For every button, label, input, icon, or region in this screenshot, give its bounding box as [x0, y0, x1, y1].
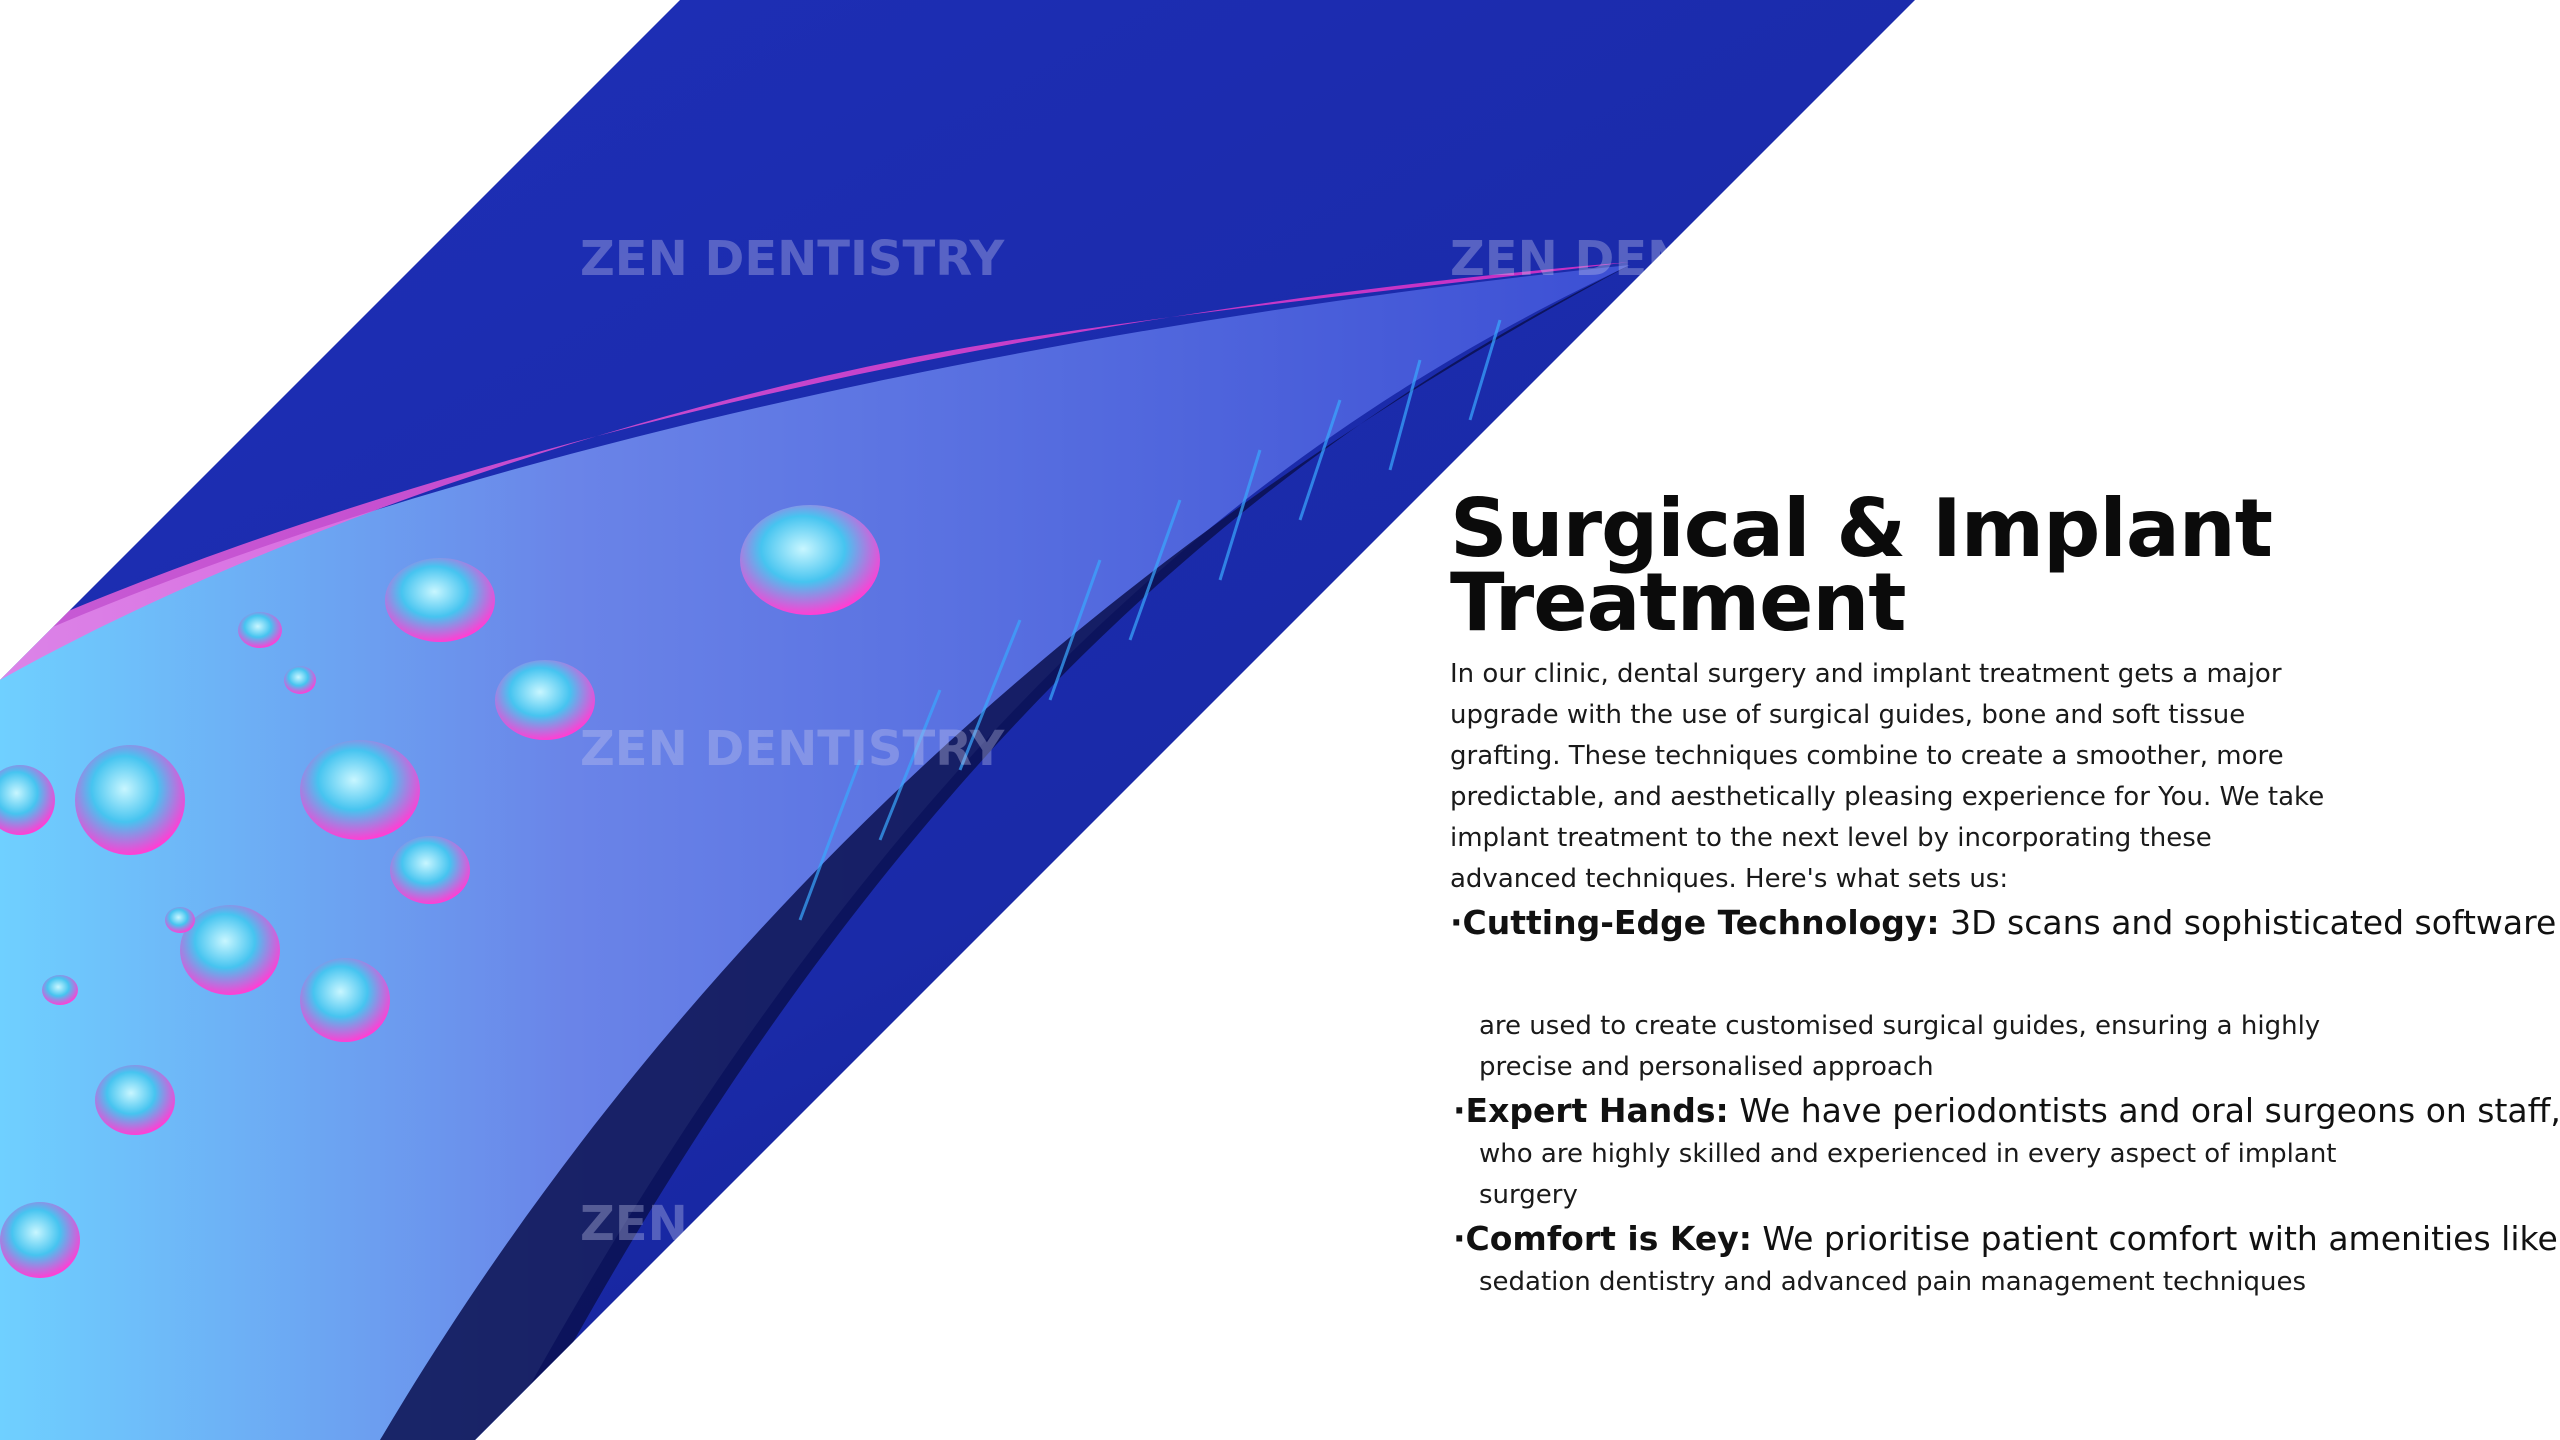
bullet-comfort: ·Comfort is Key: We prioritise patient c…: [1450, 1216, 2560, 1303]
bullet-marker: ·: [1450, 903, 1463, 942]
watermark-text: ZEN DENTISTRY: [580, 231, 1006, 287]
bullet-heading: Expert Hands:: [1465, 1091, 1729, 1130]
bullet-expert-hands: ·Expert Hands: We have periodontists and…: [1450, 1088, 2560, 1216]
bullet-lead: We prioritise patient comfort with ameni…: [1762, 1219, 2558, 1258]
bullet-body: sedation dentistry and advanced pain man…: [1479, 1267, 2307, 1297]
intro-paragraph: In our clinic, dental surgery and implan…: [1450, 659, 2325, 894]
page-title: Surgical & Implant Treatment: [1450, 482, 2273, 649]
bullet-lead: We have periodontists and oral surgeons …: [1739, 1091, 2560, 1130]
svg-text:ZEN DENTISTRY: ZEN DENTISTRY: [580, 1196, 1006, 1252]
svg-text:ZEN DENTISTRY: ZEN DENTISTRY: [1450, 231, 1876, 287]
svg-text:ZEN DENTISTRY: ZEN DENTISTRY: [580, 721, 1006, 777]
bullet-cutting-edge: ·Cutting-Edge Technology: 3D scans and s…: [1450, 900, 2560, 1088]
bullet-body: are used to create customised surgical g…: [1479, 1011, 2321, 1082]
bullet-heading: Comfort is Key:: [1465, 1219, 1752, 1258]
bullet-heading: Cutting-Edge Technology:: [1462, 903, 1940, 942]
bullet-body: who are highly skilled and experienced i…: [1479, 1139, 2337, 1210]
bullet-lead: 3D scans and sophisticated software: [1950, 903, 2557, 942]
bullet-marker: ·: [1453, 1091, 1466, 1130]
content-panel: Surgical & Implant Treatment In our clin…: [1450, 482, 2560, 1303]
bullet-marker: ·: [1453, 1219, 1466, 1258]
